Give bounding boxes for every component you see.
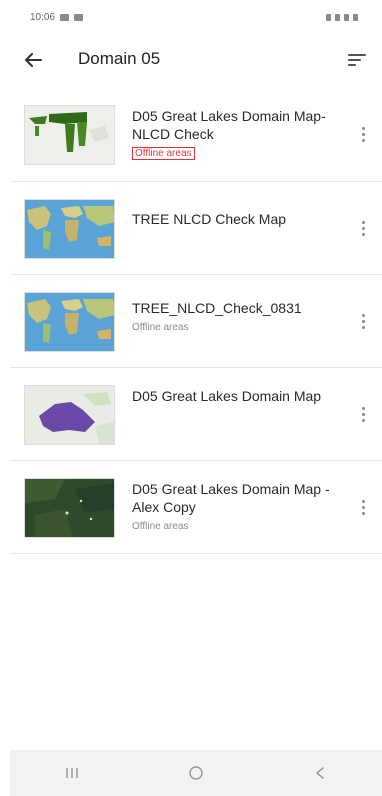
more-vertical-icon-dot [361, 325, 365, 329]
map-list-item[interactable]: TREE NLCD Check Map [10, 181, 382, 275]
map-list: D05 Great Lakes Domain Map-NLCD Check Of… [10, 88, 382, 554]
more-vertical-icon-dot [361, 220, 365, 224]
map-title: TREE_NLCD_Check_0831 [132, 300, 302, 316]
world-map-thumbnail [25, 200, 114, 258]
home-icon [189, 766, 203, 780]
more-vertical-icon-dot [361, 499, 365, 503]
more-vertical-icon-dot [361, 511, 365, 515]
map-thumbnail [24, 292, 115, 352]
notification-icon [60, 13, 70, 21]
more-vertical-icon-dot [361, 412, 365, 416]
more-vertical-icon-dot [361, 406, 365, 410]
system-back-button[interactable] [300, 758, 340, 788]
map-thumbnail [24, 105, 115, 165]
more-options-button[interactable] [356, 307, 370, 335]
more-vertical-icon-dot [361, 226, 365, 230]
system-nav-bar [10, 750, 382, 796]
more-options-button[interactable] [356, 214, 370, 242]
status-right [326, 13, 358, 21]
recent-apps-icon [66, 768, 78, 778]
more-options-button[interactable] [356, 400, 370, 428]
gallery-icon [74, 13, 84, 21]
arrow-left-icon [25, 53, 42, 67]
offline-areas-label: Offline areas [132, 521, 189, 532]
recent-apps-button[interactable] [52, 758, 92, 788]
mute-icon [326, 13, 331, 21]
status-bar: 10:06 [0, 0, 382, 34]
app-bar: Domain 05 [0, 34, 382, 86]
sort-button[interactable] [344, 48, 370, 72]
battery-icon [353, 13, 358, 21]
green-patches-map-thumbnail [25, 106, 114, 164]
map-thumbnail [24, 478, 115, 538]
map-thumbnail [24, 385, 115, 445]
home-button[interactable] [176, 758, 216, 788]
map-list-item[interactable]: D05 Great Lakes Domain Map-NLCD Check Of… [10, 88, 382, 182]
more-vertical-icon-dot [361, 313, 365, 317]
map-list-item[interactable]: TREE_NLCD_Check_0831 Offline areas [10, 274, 382, 368]
signal-icon [344, 13, 349, 21]
more-vertical-icon-dot [361, 138, 365, 142]
map-item-text: D05 Great Lakes Domain Map - Alex Copy O… [132, 480, 332, 534]
more-options-button[interactable] [356, 493, 370, 521]
map-title: D05 Great Lakes Domain Map - Alex Copy [132, 481, 330, 515]
more-vertical-icon-dot [361, 132, 365, 136]
map-title: TREE NLCD Check Map [132, 211, 287, 227]
status-left: 10:06 [30, 11, 84, 23]
map-item-text: D05 Great Lakes Domain Map-NLCD Check Of… [132, 107, 332, 161]
back-icon [316, 767, 324, 779]
offline-areas-label: Offline areas [132, 322, 189, 333]
world-map-thumbnail [25, 293, 114, 351]
status-time: 10:06 [30, 11, 56, 23]
more-vertical-icon-dot [361, 126, 365, 130]
back-button[interactable] [20, 48, 46, 72]
wifi-icon [335, 13, 340, 21]
page-title: Domain 05 [78, 49, 161, 68]
sort-icon [348, 54, 366, 66]
map-title: D05 Great Lakes Domain Map-NLCD Check [132, 108, 326, 142]
map-list-item[interactable]: D05 Great Lakes Domain Map [10, 367, 382, 461]
more-vertical-icon-dot [361, 232, 365, 236]
more-vertical-icon-dot [361, 418, 365, 422]
offline-areas-label: Offline areas [132, 147, 195, 160]
purple-region-map-thumbnail [25, 386, 114, 444]
map-item-text: D05 Great Lakes Domain Map [132, 387, 332, 405]
satellite-map-thumbnail [25, 479, 114, 537]
map-item-text: TREE NLCD Check Map [132, 210, 332, 228]
more-options-button[interactable] [356, 120, 370, 148]
map-item-text: TREE_NLCD_Check_0831 Offline areas [132, 299, 332, 335]
more-vertical-icon-dot [361, 505, 365, 509]
more-vertical-icon-dot [361, 319, 365, 323]
map-title: D05 Great Lakes Domain Map [132, 388, 322, 404]
map-thumbnail [24, 199, 115, 259]
map-list-item[interactable]: D05 Great Lakes Domain Map - Alex Copy O… [10, 460, 382, 554]
